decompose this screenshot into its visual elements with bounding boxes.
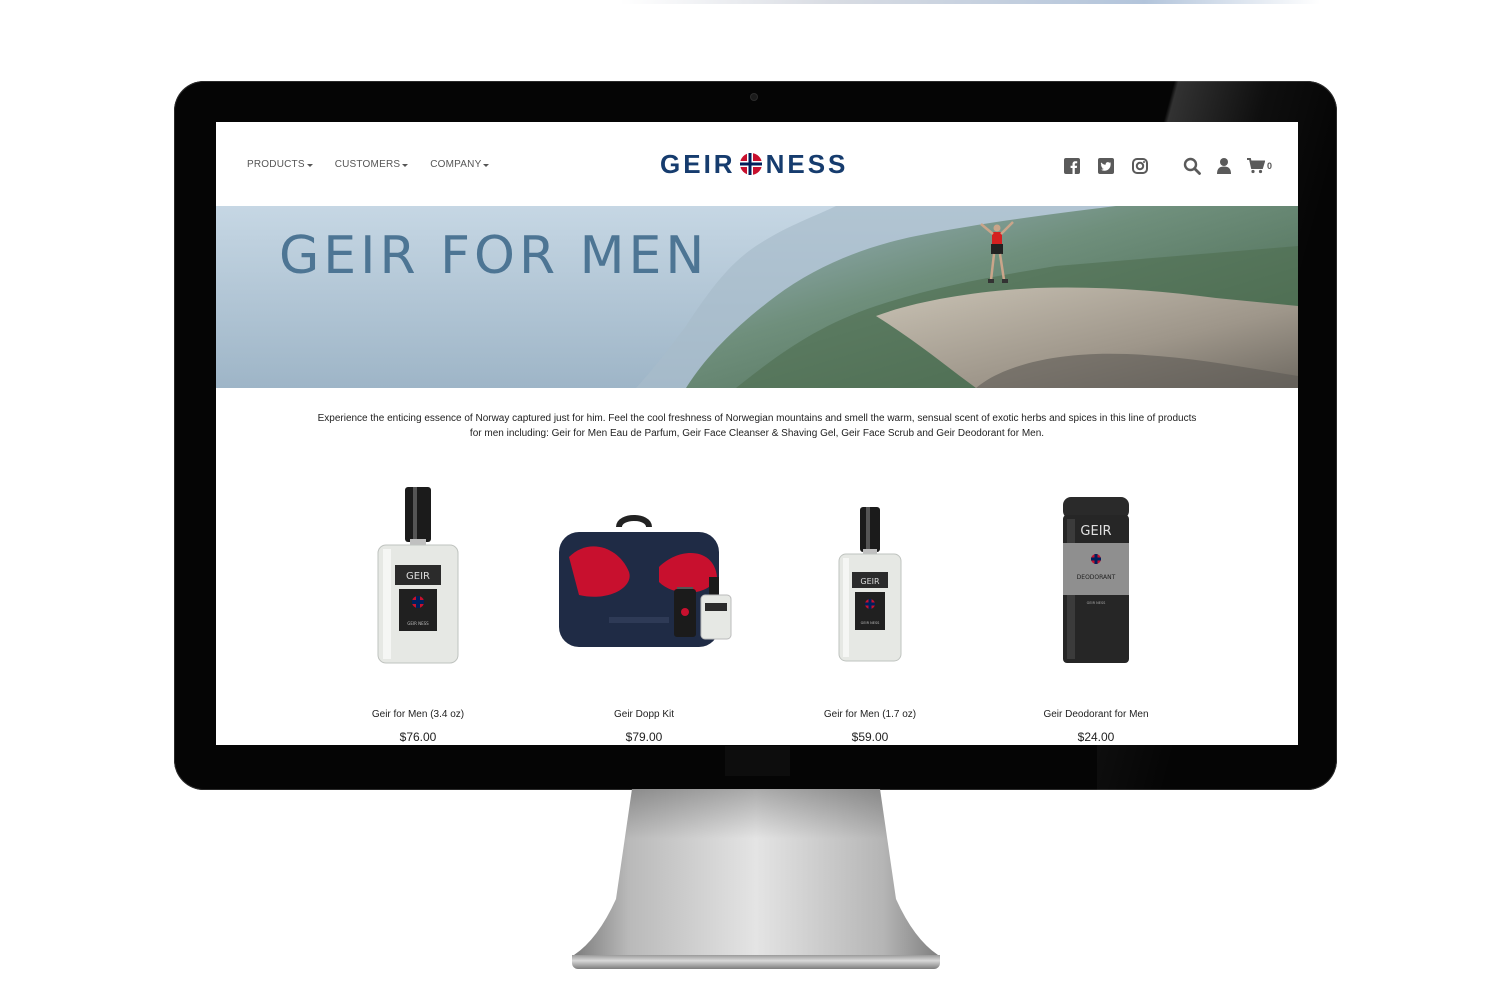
site-header: PRODUCTS CUSTOMERS COMPANY GEIR NESS 0 <box>216 122 1298 206</box>
chevron-down-icon <box>306 163 313 167</box>
header-icons: 0 <box>1063 157 1272 175</box>
utility-links: 0 <box>1183 157 1272 175</box>
chevron-down-icon <box>483 163 490 167</box>
hero-title: GEIR FOR MEN <box>279 226 709 286</box>
product-name[interactable]: Geir Dopp Kit <box>549 709 739 720</box>
top-reflection <box>620 0 1320 4</box>
main-menu: PRODUCTS CUSTOMERS COMPANY <box>247 159 490 170</box>
monitor-stand <box>574 789 938 955</box>
social-links <box>1063 157 1149 175</box>
product-name[interactable]: Geir for Men (3.4 oz) <box>323 709 513 720</box>
product-price: $79.00 <box>625 730 663 744</box>
deodorant-label-text: GEIR <box>1080 524 1111 539</box>
product-card[interactable]: GEIR DEODORANT GEIR NESS Geir Deodorant … <box>1001 477 1191 744</box>
bottle-label-text: GEIR <box>860 577 880 586</box>
user-icon[interactable] <box>1215 157 1233 175</box>
product-grid: GEIR GEIR NESS Geir for Men (3.4 oz) $76… <box>216 477 1298 745</box>
product-name[interactable]: Geir Deodorant for Men <box>1001 709 1191 720</box>
logo-text-left: GEIR <box>660 148 736 179</box>
menu-customers-label: CUSTOMERS <box>334 159 401 170</box>
bottle-maker-text: GEIR NESS <box>407 621 429 626</box>
site-logo[interactable]: GEIR NESS <box>660 149 848 179</box>
product-name[interactable]: Geir for Men (1.7 oz) <box>775 709 965 720</box>
product-price: $59.00 <box>851 730 889 744</box>
menu-customers[interactable]: CUSTOMERS <box>335 159 409 170</box>
menu-company-label: COMPANY <box>430 159 482 170</box>
camera-dot <box>751 94 757 100</box>
product-price: $24.00 <box>1077 730 1115 744</box>
norway-flag-icon <box>739 153 762 175</box>
cart-icon[interactable]: 0 <box>1246 157 1272 175</box>
deodorant-maker-text: GEIR NESS <box>1087 601 1107 605</box>
menu-products[interactable]: PRODUCTS <box>247 159 313 170</box>
instagram-icon[interactable] <box>1131 157 1149 175</box>
cart-count: 0 <box>1266 161 1272 171</box>
chevron-down-icon <box>402 163 409 167</box>
monitor-stand-base <box>572 955 940 969</box>
logo-text-right: NESS <box>765 148 849 179</box>
intro-paragraph: Experience the enticing essence of Norwa… <box>317 413 1197 439</box>
facebook-icon[interactable] <box>1063 157 1081 175</box>
monitor-chin <box>725 746 790 776</box>
product-card[interactable]: Geir Dopp Kit $79.00 <box>549 477 739 744</box>
product-image[interactable]: GEIR GEIR NESS <box>323 477 513 677</box>
website-screen: PRODUCTS CUSTOMERS COMPANY GEIR NESS 0 G… <box>216 122 1298 745</box>
bottle-label-text: GEIR <box>406 571 430 582</box>
product-image[interactable]: GEIR DEODORANT GEIR NESS <box>1001 477 1191 677</box>
product-price: $76.00 <box>399 730 437 744</box>
menu-products-label: PRODUCTS <box>247 159 305 170</box>
product-image[interactable] <box>549 477 739 677</box>
hero-banner: GEIR FOR MEN <box>216 206 1298 388</box>
menu-company[interactable]: COMPANY <box>430 159 490 170</box>
twitter-icon[interactable] <box>1097 157 1115 175</box>
deodorant-sub-text: DEODORANT <box>1077 574 1116 581</box>
bottle-maker-text: GEIR NESS <box>861 621 881 625</box>
product-card[interactable]: GEIR GEIR NESS Geir for Men (1.7 oz) $59… <box>775 477 965 744</box>
search-icon[interactable] <box>1183 157 1201 175</box>
product-card[interactable]: GEIR GEIR NESS Geir for Men (3.4 oz) $76… <box>323 477 513 744</box>
product-image[interactable]: GEIR GEIR NESS <box>775 477 965 677</box>
